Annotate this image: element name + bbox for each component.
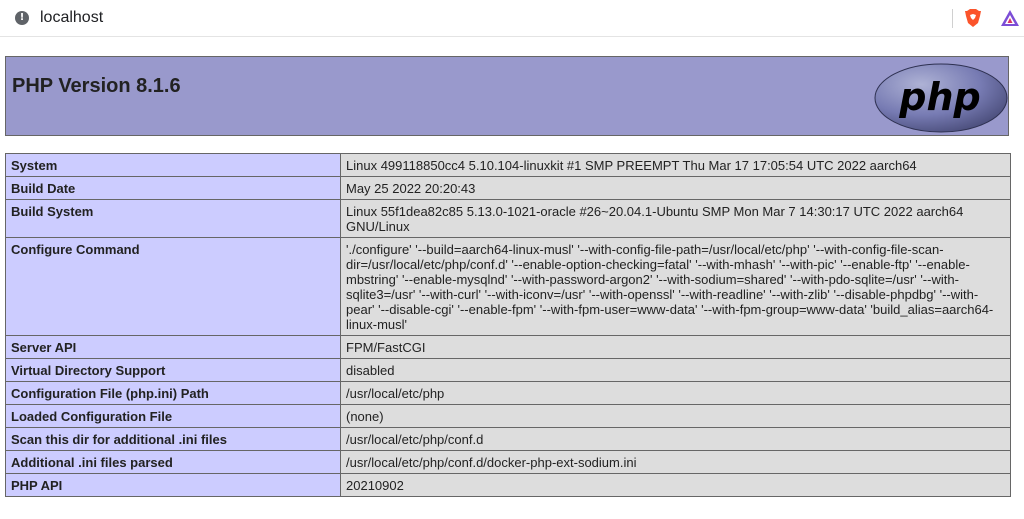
row-value: 20210902 (340, 473, 1011, 497)
row-label: Loaded Configuration File (5, 404, 341, 428)
row-label: Build Date (5, 176, 341, 200)
row-value: May 25 2022 20:20:43 (340, 176, 1011, 200)
url-field[interactable]: localhost (40, 9, 103, 27)
row-value: /usr/local/etc/php (340, 381, 1011, 405)
table-row: System Linux 499118850cc4 5.10.104-linux… (5, 153, 1011, 177)
brave-shield-icon[interactable] (964, 8, 982, 28)
table-row: Loaded Configuration File (none) (5, 404, 1011, 428)
row-label: Configuration File (php.ini) Path (5, 381, 341, 405)
row-label: PHP API (5, 473, 341, 497)
phpinfo-header: PHP Version 8.1.6 php (5, 56, 1009, 136)
table-row: Virtual Directory Support disabled (5, 358, 1011, 382)
info-icon[interactable]: ! (15, 11, 29, 25)
table-row: Build Date May 25 2022 20:20:43 (5, 176, 1011, 200)
browser-address-bar: ! localhost (0, 0, 1024, 37)
row-value: /usr/local/etc/php/conf.d (340, 427, 1011, 451)
phpinfo-table: System Linux 499118850cc4 5.10.104-linux… (5, 153, 1011, 497)
row-value: FPM/FastCGI (340, 335, 1011, 359)
logo-text: php (898, 75, 980, 119)
row-label: Configure Command (5, 237, 341, 336)
row-value: Linux 499118850cc4 5.10.104-linuxkit #1 … (340, 153, 1011, 177)
brave-rewards-icon[interactable] (1000, 9, 1020, 27)
table-row: Configure Command './configure' '--build… (5, 237, 1011, 336)
table-row: Scan this dir for additional .ini files … (5, 427, 1011, 451)
table-row: Build System Linux 55f1dea82c85 5.13.0-1… (5, 199, 1011, 238)
row-value: './configure' '--build=aarch64-linux-mus… (340, 237, 1011, 336)
row-value: disabled (340, 358, 1011, 382)
row-value: (none) (340, 404, 1011, 428)
row-label: Virtual Directory Support (5, 358, 341, 382)
table-row: Configuration File (php.ini) Path /usr/l… (5, 381, 1011, 405)
table-row: PHP API 20210902 (5, 473, 1011, 497)
page-title: PHP Version 8.1.6 (12, 75, 181, 97)
table-row: Additional .ini files parsed /usr/local/… (5, 450, 1011, 474)
row-value: /usr/local/etc/php/conf.d/docker-php-ext… (340, 450, 1011, 474)
row-label: Build System (5, 199, 341, 238)
php-logo[interactable]: php (874, 63, 1008, 133)
row-label: Additional .ini files parsed (5, 450, 341, 474)
row-label: System (5, 153, 341, 177)
row-label: Scan this dir for additional .ini files (5, 427, 341, 451)
toolbar-divider (952, 9, 953, 28)
table-row: Server API FPM/FastCGI (5, 335, 1011, 359)
row-value: Linux 55f1dea82c85 5.13.0-1021-oracle #2… (340, 199, 1011, 238)
row-label: Server API (5, 335, 341, 359)
